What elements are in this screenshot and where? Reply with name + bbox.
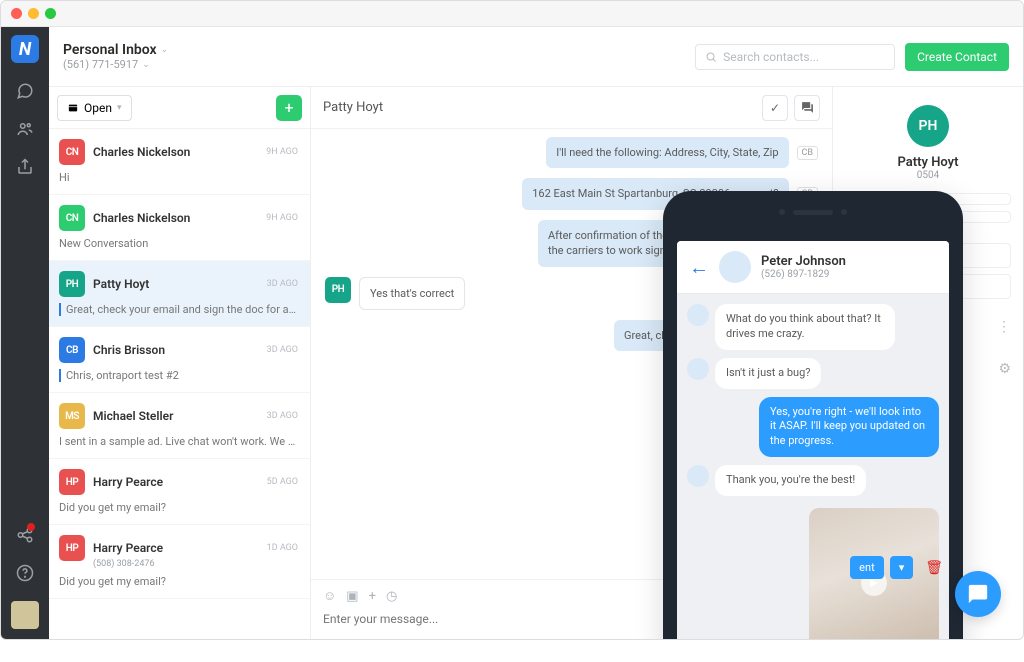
notifications-icon[interactable] (15, 525, 35, 545)
message-bubble: I'll need the following: Address, City, … (546, 137, 788, 168)
phone-message-row: Yes, you're right - we'll look into it A… (687, 397, 939, 458)
item-avatar: CB (59, 337, 85, 363)
item-preview: Did you get my email? (59, 501, 298, 514)
emoji-icon[interactable]: ☺ (323, 588, 336, 604)
share-icon[interactable] (15, 157, 35, 177)
clock-icon[interactable]: ◷ (386, 589, 397, 604)
back-icon[interactable]: ← (689, 255, 709, 280)
contacts-icon[interactable] (15, 119, 35, 139)
messages-icon[interactable] (15, 81, 35, 101)
compose-button[interactable]: + (276, 95, 302, 121)
message-row: I'll need the following: Address, City, … (325, 137, 818, 168)
phone-contact-name: Peter Johnson (761, 254, 846, 269)
window-minimize-icon[interactable] (28, 8, 39, 19)
inbox-item[interactable]: PH Patty Hoyt 3D AGO Great, check your e… (49, 261, 310, 327)
item-name: Charles Nickelson (93, 211, 258, 225)
item-time: 1D AGO (267, 543, 298, 553)
chevron-down-icon[interactable]: ⌄ (142, 60, 150, 70)
item-avatar: CN (59, 139, 85, 165)
item-preview: New Conversation (59, 237, 298, 250)
user-avatar[interactable] (11, 601, 39, 629)
item-avatar: CN (59, 205, 85, 231)
attachment-icon[interactable]: ▣ (346, 589, 358, 604)
item-time: 3D AGO (267, 279, 298, 289)
phone-message-bubble: Isn't it just a bug? (715, 358, 821, 389)
create-contact-button[interactable]: Create Contact (905, 43, 1009, 71)
contact-avatar: PH (907, 105, 949, 147)
search-input[interactable]: Search contacts... (695, 44, 895, 70)
inbox-item[interactable]: CB Chris Brisson 3D AGO Chris, ontraport… (49, 327, 310, 393)
notification-badge (27, 523, 35, 531)
inbox-pane: Open ▾ + CN Charles Nickelson 9H AGO Hi … (49, 87, 311, 639)
thread-title: Patty Hoyt (323, 100, 383, 115)
message-bubble: Yes that's correct (359, 277, 465, 310)
phone-contact-phone: (526) 897-1829 (761, 269, 846, 280)
item-preview: Hi (59, 171, 298, 184)
inbox-item[interactable]: CN Charles Nickelson 9H AGO Hi (49, 129, 310, 195)
gear-icon[interactable]: ⚙ (998, 361, 1011, 377)
item-name: Patty Hoyt (93, 277, 259, 291)
item-time: 5D AGO (267, 477, 298, 487)
item-preview: Did you get my email? (59, 575, 298, 588)
inbox-item[interactable]: CN Charles Nickelson 9H AGO New Conversa… (49, 195, 310, 261)
intercom-launcher[interactable] (955, 571, 1001, 617)
inbox-phone: (561) 771-5917 (63, 58, 138, 71)
sender-avatar: PH (325, 277, 351, 303)
item-avatar: MS (59, 403, 85, 429)
search-placeholder: Search contacts... (723, 50, 819, 64)
header: Personal Inbox ⌄ (561) 771-5917 ⌄ Search… (49, 27, 1023, 87)
phone-contact-avatar (719, 251, 751, 283)
add-icon[interactable]: + (369, 589, 376, 604)
window-maximize-icon[interactable] (45, 8, 56, 19)
inbox-title[interactable]: Personal Inbox (63, 42, 157, 58)
item-avatar: PH (59, 271, 85, 297)
window-close-icon[interactable] (11, 8, 22, 19)
more-icon[interactable]: ⋮ (997, 319, 1011, 335)
help-icon[interactable] (15, 563, 35, 583)
inbox-item[interactable]: HP Harry Pearce 1D AGO (508) 308-2476 Di… (49, 525, 310, 599)
phone-message-bubble: Thank you, you're the best! (715, 465, 866, 496)
chevron-down-icon[interactable]: ⌄ (161, 45, 169, 55)
dropdown-caret-button[interactable]: ▾ (890, 556, 914, 579)
filter-open-button[interactable]: Open ▾ (57, 95, 132, 121)
phone-message-row: Thank you, you're the best! (687, 465, 939, 496)
item-time: 9H AGO (266, 147, 298, 157)
contact-name: Patty Hoyt (845, 155, 1011, 170)
item-avatar: HP (59, 469, 85, 495)
details-dropdown: ent ▾ 🗑 (850, 556, 943, 579)
app-window: N Personal I (0, 0, 1024, 640)
item-name: Michael Steller (93, 409, 259, 423)
app-logo[interactable]: N (11, 35, 39, 63)
inbox-item[interactable]: HP Harry Pearce 5D AGO Did you get my em… (49, 459, 310, 525)
item-name: Harry Pearce (93, 541, 259, 555)
phone-sender-avatar (687, 304, 709, 326)
trash-icon[interactable]: 🗑 (925, 560, 943, 576)
contact-phone-short: 0504 (845, 170, 1011, 181)
nav-rail: N (1, 27, 49, 639)
dropdown-button[interactable]: ent (850, 556, 884, 579)
phone-message-bubble: What do you think about that? It drives … (715, 304, 895, 350)
item-preview: Chris, ontraport test #2 (59, 369, 298, 382)
sender-tag: CB (797, 146, 818, 160)
phone-sender-avatar (687, 465, 709, 487)
item-preview: Great, check your email and sign the doc… (59, 303, 298, 316)
inbox-item[interactable]: MS Michael Steller 3D AGO I sent in a sa… (49, 393, 310, 459)
item-time: 3D AGO (267, 345, 298, 355)
item-name: Charles Nickelson (93, 145, 258, 159)
thread-chat-icon[interactable] (794, 95, 820, 121)
item-time: 9H AGO (266, 213, 298, 223)
mark-done-button[interactable]: ✓ (762, 95, 788, 121)
item-name: Harry Pearce (93, 475, 259, 489)
phone-message-bubble: Yes, you're right - we'll look into it A… (759, 397, 939, 458)
item-name: Chris Brisson (93, 343, 259, 357)
item-avatar: HP (59, 535, 85, 561)
phone-sender-avatar (687, 358, 709, 380)
window-titlebar (1, 1, 1023, 27)
item-preview: I sent in a sample ad. Live chat won't w… (59, 435, 298, 448)
item-time: 3D AGO (267, 411, 298, 421)
phone-message-row: Isn't it just a bug? (687, 358, 939, 389)
phone-message-row: What do you think about that? It drives … (687, 304, 939, 350)
